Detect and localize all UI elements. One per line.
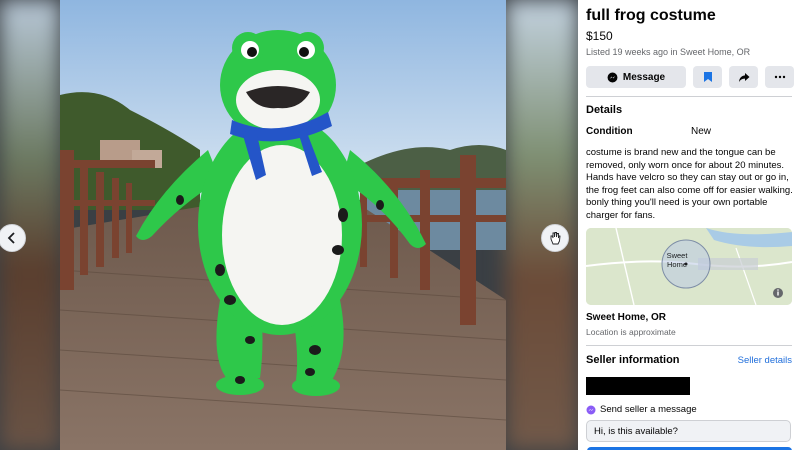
share-icon xyxy=(738,72,749,82)
listing-meta: Listed 19 weeks ago in Sweet Home, OR xyxy=(586,47,751,57)
condition-value: New xyxy=(691,126,712,137)
divider xyxy=(586,96,792,97)
seller-details-link[interactable]: Seller details xyxy=(738,355,792,366)
hand-cursor-icon xyxy=(550,232,561,245)
messenger-icon xyxy=(586,405,596,414)
share-button[interactable] xyxy=(729,66,758,88)
map-label: Sweet Home xyxy=(666,251,688,269)
send-message-label: Send seller a message xyxy=(600,404,697,415)
location-note: Location is approximate xyxy=(586,327,676,337)
listing-details-panel: full frog costume $150 Listed 19 weeks a… xyxy=(578,0,800,450)
details-heading: Details xyxy=(586,104,623,116)
send-message-row: Send seller a message xyxy=(586,404,800,415)
media-viewer xyxy=(0,0,578,450)
listing-description: costume is brand new and the tongue can … xyxy=(586,147,793,221)
message-button-label: Message xyxy=(622,71,666,83)
action-bar: Message xyxy=(586,66,800,88)
frog-costume-photo xyxy=(60,0,506,450)
marketplace-item-view: full frog costume $150 Listed 19 weeks a… xyxy=(0,0,800,450)
message-input[interactable]: Hi, is this available? xyxy=(586,420,791,442)
message-button[interactable]: Message xyxy=(586,66,686,88)
more-options-button[interactable] xyxy=(765,66,794,88)
divider xyxy=(586,345,792,346)
save-button[interactable] xyxy=(693,66,722,88)
seller-heading: Seller information xyxy=(586,354,680,366)
more-icon xyxy=(774,75,785,79)
blurred-backdrop-right xyxy=(506,0,578,450)
chevron-left-icon xyxy=(7,232,15,244)
location-city: Sweet Home, OR xyxy=(586,312,667,323)
redacted-seller-name xyxy=(586,377,690,395)
condition-label: Condition xyxy=(586,126,633,137)
next-photo-button[interactable] xyxy=(541,224,569,252)
listing-title: full frog costume xyxy=(586,7,716,24)
location-map[interactable]: Sweet Home xyxy=(586,228,792,305)
seller-header: Seller information Seller details xyxy=(586,354,792,366)
listing-price: $150 xyxy=(586,29,613,43)
messenger-icon xyxy=(607,72,618,82)
listing-photo xyxy=(60,0,506,450)
bookmark-icon xyxy=(703,72,712,82)
condition-row: Condition New xyxy=(586,126,800,137)
